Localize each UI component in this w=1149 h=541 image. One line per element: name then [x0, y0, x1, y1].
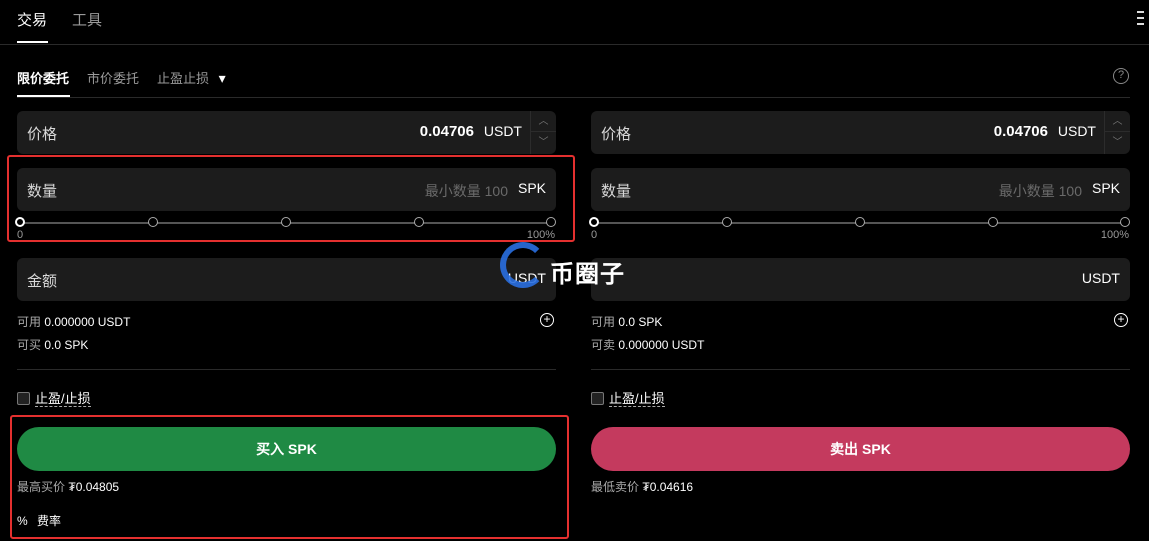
order-type-tabs: 限价委托 市价委托 止盈止损 ▾ ?	[17, 60, 1130, 98]
sell-price-field[interactable]: 价格 0.04706 USDT ︿ ﹀	[591, 111, 1130, 154]
tab-trade[interactable]: 交易	[17, 9, 47, 30]
sell-amount-field[interactable]: USDT	[591, 258, 1130, 301]
decrement-icon[interactable]: ﹀	[531, 132, 556, 153]
sell-tpsl-label[interactable]: 止盈/止损	[609, 391, 665, 407]
tab-tpsl-label: 止盈止损	[157, 71, 210, 86]
sell-quantity-field[interactable]: 数量 最小数量 100 SPK	[591, 168, 1130, 211]
sell-quantity-slider[interactable]: 0 100%	[589, 216, 1133, 241]
slider-step-50[interactable]	[855, 217, 865, 227]
sell-available-value: 0.0 SPK	[618, 315, 663, 329]
buy-max: 可买 0.0 SPK	[17, 336, 88, 353]
buy-price-unit: USDT	[483, 123, 522, 139]
sell-price-unit: USDT	[1057, 123, 1096, 139]
sell-max: 可卖 0.000000 USDT	[591, 336, 704, 353]
sell-best-price: 最低卖价 ₮0.04616	[591, 478, 693, 495]
slider-step-100[interactable]	[1120, 217, 1130, 227]
slider-step-75[interactable]	[988, 217, 998, 227]
sell-max-label: 可卖	[591, 338, 616, 352]
sell-tpsl-checkbox[interactable]	[591, 392, 604, 405]
sell-price-stepper[interactable]: ︿ ﹀	[1104, 111, 1130, 154]
decrement-icon[interactable]: ﹀	[1105, 132, 1130, 153]
sell-quantity-label: 数量	[601, 183, 632, 200]
divider	[17, 369, 556, 370]
quantity-highlight-box	[7, 155, 575, 242]
tab-market-order[interactable]: 市价委托	[87, 68, 139, 87]
sell-available: 可用 0.0 SPK	[591, 313, 662, 330]
slider-step-25[interactable]	[722, 217, 732, 227]
add-funds-icon[interactable]: +	[1114, 313, 1128, 327]
sell-price-label: 价格	[601, 126, 632, 143]
buy-amount-field[interactable]: 金额 USDT	[17, 258, 556, 301]
increment-icon[interactable]: ︿	[1105, 111, 1130, 132]
buy-max-label: 可买	[17, 338, 42, 352]
slider-max-label: 100%	[1100, 229, 1129, 241]
watermark-logo: 币圈子	[498, 240, 648, 290]
buy-highlight-box	[10, 415, 569, 539]
buy-available-value: 0.000000 USDT	[44, 315, 131, 329]
buy-tpsl-label[interactable]: 止盈/止损	[35, 391, 91, 407]
sell-best-value: ₮0.04616	[642, 480, 694, 494]
buy-price-value[interactable]: 0.04706	[420, 123, 474, 140]
tab-tpsl-order[interactable]: 止盈止损 ▾	[157, 68, 226, 87]
buy-price-label: 价格	[27, 126, 58, 143]
buy-max-value: 0.0 SPK	[44, 338, 89, 352]
watermark-text: 币圈子	[550, 261, 625, 288]
buy-tpsl-checkbox[interactable]	[17, 392, 30, 405]
watermark-ring-icon	[500, 242, 546, 288]
tab-limit-order[interactable]: 限价委托	[17, 68, 69, 87]
top-nav: 交易 工具	[0, 0, 1149, 45]
sell-available-label: 可用	[591, 315, 616, 329]
increment-icon[interactable]: ︿	[531, 111, 556, 132]
buy-price-field[interactable]: 价格 0.04706 USDT ︿ ﹀	[17, 111, 556, 154]
sell-amount-unit: USDT	[1081, 270, 1120, 286]
buy-price-stepper[interactable]: ︿ ﹀	[530, 111, 556, 154]
buy-available-label: 可用	[17, 315, 42, 329]
buy-available: 可用 0.000000 USDT	[17, 313, 130, 330]
sell-quantity-placeholder: 最小数量 100	[998, 183, 1082, 199]
sell-button[interactable]: 卖出 SPK	[591, 427, 1130, 471]
sell-price-value[interactable]: 0.04706	[994, 123, 1048, 140]
add-funds-icon[interactable]: +	[540, 313, 554, 327]
chevron-down-icon: ▾	[218, 70, 226, 86]
active-subtab-underline	[17, 95, 70, 97]
tab-tools[interactable]: 工具	[72, 9, 102, 30]
sell-quantity-unit: SPK	[1091, 180, 1120, 196]
sell-max-value: 0.000000 USDT	[618, 338, 705, 352]
buy-amount-label: 金额	[27, 273, 58, 290]
help-icon[interactable]: ?	[1113, 68, 1129, 84]
slider-handle[interactable]	[589, 217, 599, 227]
sell-best-label: 最低卖价	[591, 480, 640, 494]
active-tab-underline	[17, 41, 48, 43]
divider	[591, 369, 1130, 370]
more-menu-icon[interactable]	[1135, 11, 1145, 31]
